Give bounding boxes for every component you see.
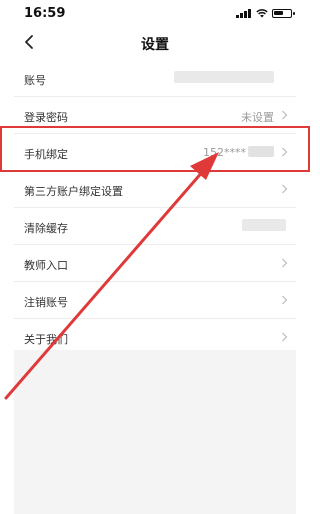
status-time: 16:59	[24, 6, 66, 21]
redacted-account-value	[174, 71, 274, 83]
chevron-right-icon	[282, 332, 288, 342]
settings-row-account[interactable]: 账号	[14, 60, 296, 97]
empty-footer-area	[14, 350, 296, 514]
row-label: 注销账号	[24, 296, 68, 309]
row-label: 教师入口	[24, 259, 68, 272]
signal-icon	[236, 8, 252, 18]
chevron-right-icon	[282, 110, 288, 120]
settings-row-third-party[interactable]: 第三方账户绑定设置	[14, 171, 296, 208]
redacted-cache-size	[242, 219, 286, 231]
settings-row-deactivate[interactable]: 注销账号	[14, 282, 296, 319]
status-bar: 16:59	[0, 0, 310, 26]
battery-icon	[272, 8, 295, 18]
row-value: 未设置	[241, 111, 274, 124]
chevron-right-icon	[282, 258, 288, 268]
chevron-right-icon	[282, 184, 288, 194]
wifi-icon	[256, 9, 268, 18]
page-title: 设置	[141, 37, 169, 53]
row-label: 登录密码	[24, 111, 68, 124]
status-icons	[236, 8, 295, 18]
row-label: 第三方账户绑定设置	[24, 185, 123, 198]
row-label: 清除缓存	[24, 222, 68, 235]
chevron-right-icon	[282, 295, 288, 305]
settings-list: 账号 登录密码 未设置 手机绑定 152**** 第三方账户绑定设置 清除缓存 …	[14, 60, 296, 356]
settings-row-clear-cache[interactable]: 清除缓存	[14, 208, 296, 245]
row-label: 关于我们	[24, 333, 68, 346]
nav-bar: 设置	[0, 26, 310, 60]
settings-row-teacher[interactable]: 教师入口	[14, 245, 296, 282]
row-label: 账号	[24, 74, 46, 87]
annotation-highlight-box	[0, 126, 310, 172]
